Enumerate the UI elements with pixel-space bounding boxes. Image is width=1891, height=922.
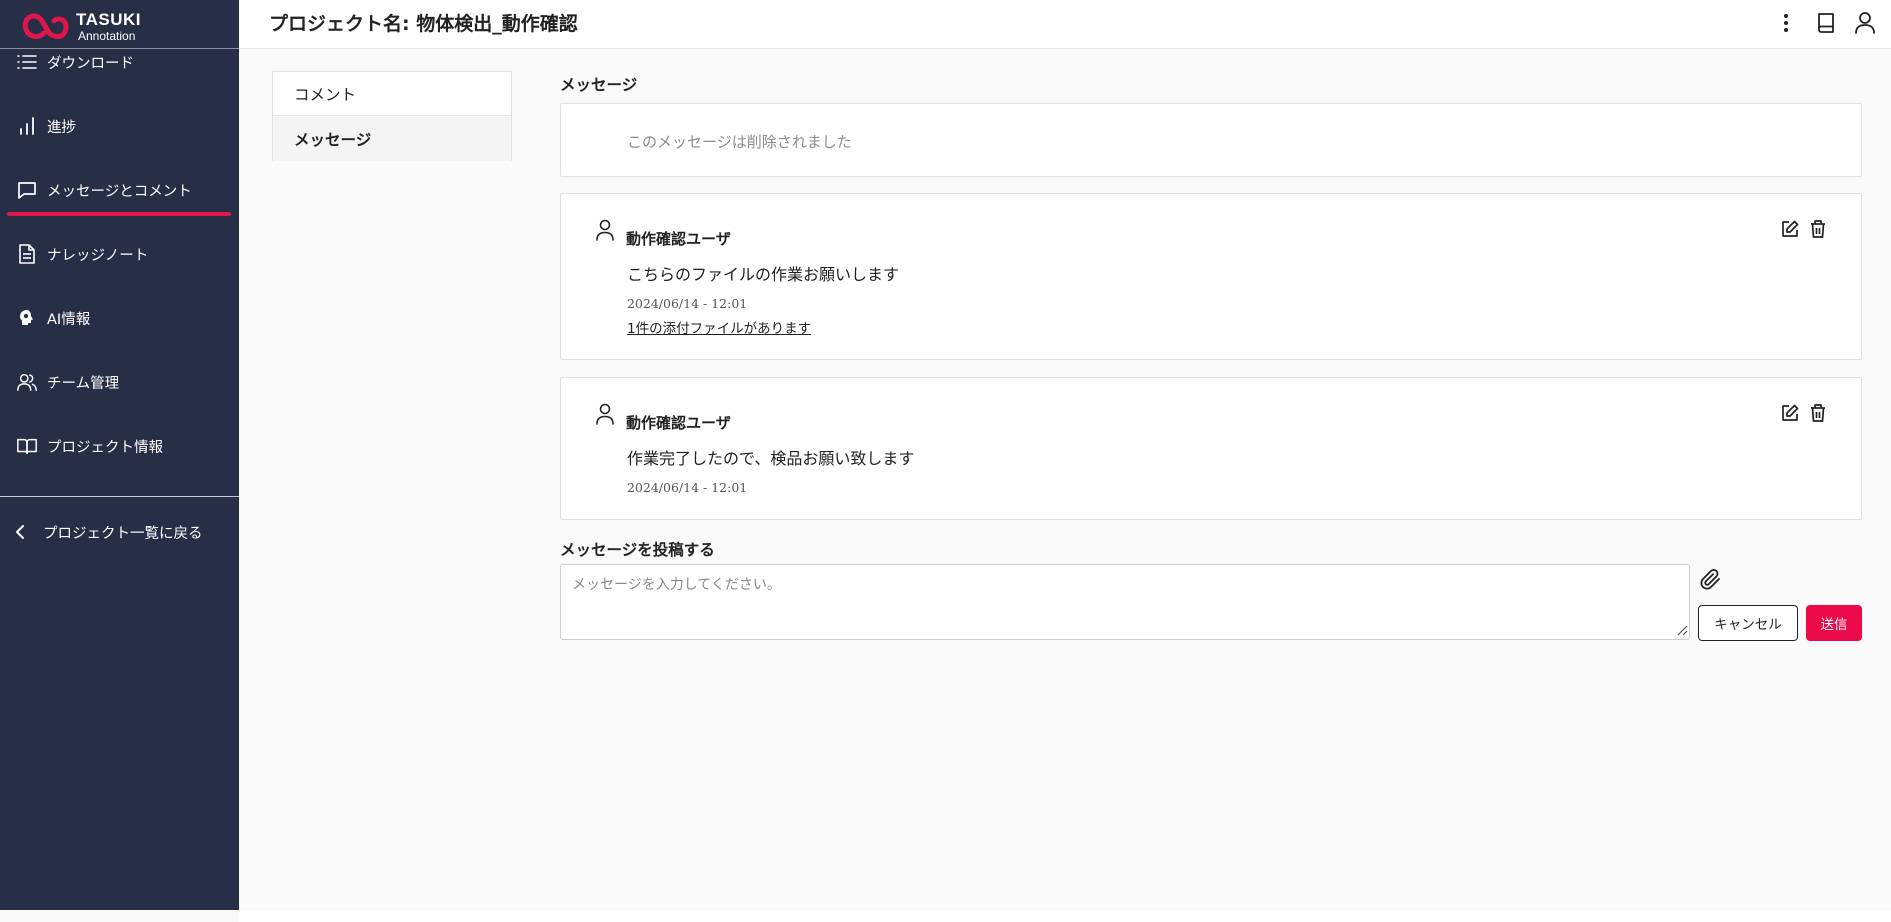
sidebar-item-label: チーム管理 [47,375,120,392]
sidebar-item-download[interactable]: ダウンロード [0,42,239,82]
paperclip-icon[interactable] [1697,566,1725,594]
deleted-message-card: このメッセージは削除されました [560,103,1862,177]
sidebar-item-label: ダウンロード [47,55,134,72]
sidebar-item-label: メッセージとコメント [47,183,192,200]
user-icon[interactable] [1852,10,1878,36]
page-title: プロジェクト名: 物体検出_動作確認 [269,13,578,35]
message-card: 動作確認ユーザ こちらのファイルの作業お願いします 2024/06/14 - 1… [560,193,1862,360]
sidebar-item-messages[interactable]: メッセージとコメント [0,170,239,210]
sidebar-item-label: ナレッジノート [47,247,149,264]
message-text: こちらのファイルの作業お願いします [627,265,900,284]
attachment-link[interactable]: 1件の添付ファイルがあります [627,317,811,337]
users-icon [16,371,38,393]
back-to-projects-link[interactable]: プロジェクト一覧に戻る [0,512,239,552]
edit-icon[interactable] [1779,402,1801,424]
trash-icon[interactable] [1807,402,1829,424]
sidebar-item-knowledge[interactable]: ナレッジノート [0,234,239,274]
sidebar-divider [0,496,239,497]
deleted-message-text: このメッセージは削除されました [627,133,852,151]
ai-head-icon [16,307,38,329]
trash-icon[interactable] [1807,218,1829,240]
sidebar-item-label: 進捗 [47,119,76,136]
message-card: 動作確認ユーザ 作業完了したので、検品お願い致します 2024/06/14 - … [560,377,1862,520]
messages-section-title: メッセージ [560,76,638,94]
tab-comment[interactable]: コメント [273,72,511,116]
message-input[interactable] [560,564,1690,640]
back-label: プロジェクト一覧に戻る [43,525,203,542]
message-comment-tabs: コメント メッセージ [272,71,512,161]
sidebar-item-label: プロジェクト情報 [47,439,163,456]
user-avatar-icon [595,219,615,241]
sidebar-item-progress[interactable]: 進捗 [0,106,239,146]
tasuki-logo-icon [22,13,69,39]
active-indicator [7,212,231,216]
sidebar-item-project-info[interactable]: プロジェクト情報 [0,426,239,466]
chevron-left-icon [10,521,32,543]
book-icon[interactable] [1813,10,1839,36]
send-button[interactable]: 送信 [1806,605,1862,641]
user-avatar-icon [595,403,615,425]
message-square-icon [16,179,38,201]
bar-chart-icon [16,115,38,137]
message-author: 動作確認ユーザ [626,230,731,248]
brand-name: TASUKI [76,9,142,29]
compose-title: メッセージを投稿する [560,541,715,559]
cancel-button[interactable]: キャンセル [1698,605,1798,641]
sidebar-item-team[interactable]: チーム管理 [0,362,239,402]
edit-icon[interactable] [1779,218,1801,240]
message-author: 動作確認ユーザ [626,414,731,432]
message-timestamp: 2024/06/14 - 12:01 [627,480,748,495]
tab-message[interactable]: メッセージ [273,117,511,161]
footer-bar [239,910,1891,922]
sidebar: TASUKI Annotation ダウンロード 進捗 メッセージとコメント ナ… [0,0,239,910]
list-icon [16,51,38,73]
sidebar-item-ai-info[interactable]: AI情報 [0,298,239,338]
sidebar-item-label: AI情報 [47,311,91,328]
more-vertical-icon[interactable] [1773,10,1799,36]
message-text: 作業完了したので、検品お願い致します [627,449,915,468]
header: プロジェクト名: 物体検出_動作確認 [239,0,1891,49]
logo[interactable]: TASUKI Annotation [22,6,141,46]
document-icon [16,243,38,265]
brand-subtitle: Annotation [78,28,136,43]
message-timestamp: 2024/06/14 - 12:01 [627,296,748,311]
open-book-icon [16,435,38,457]
